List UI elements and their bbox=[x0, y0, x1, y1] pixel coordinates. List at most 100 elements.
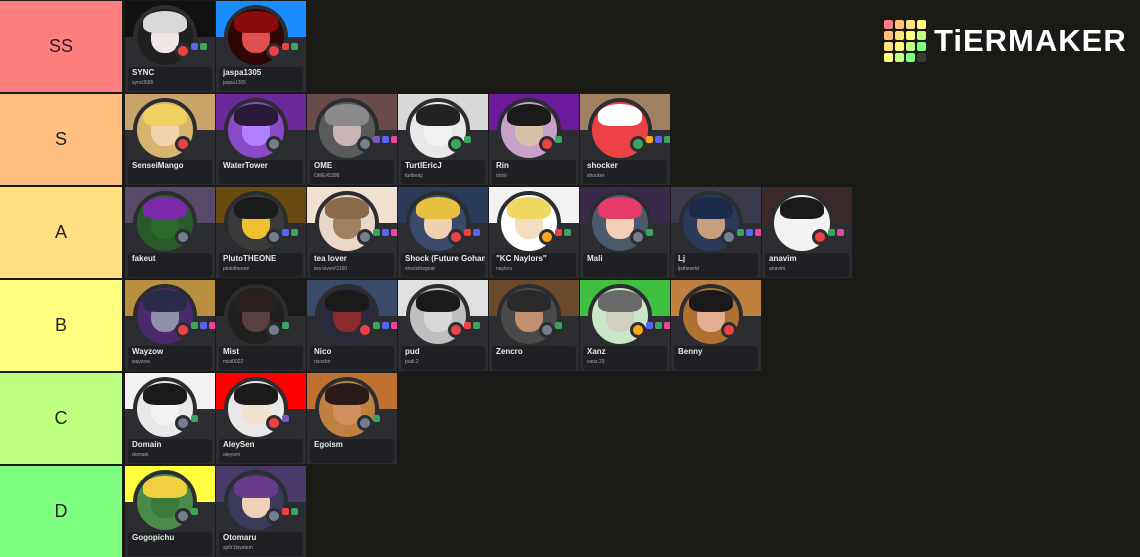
avatar bbox=[588, 284, 652, 348]
logo-grid-cell bbox=[895, 53, 904, 62]
tiermaker-logo: TiERMAKER bbox=[884, 20, 1127, 62]
avatar-hair bbox=[325, 290, 369, 312]
badge-icon bbox=[200, 322, 207, 329]
logo-text: TiERMAKER bbox=[934, 23, 1127, 58]
tier-label[interactable]: SS bbox=[0, 1, 122, 92]
status-indicator-icon bbox=[175, 508, 191, 524]
badge-list bbox=[282, 322, 289, 329]
profile-card[interactable]: Zencro bbox=[489, 280, 579, 371]
username: naylors bbox=[496, 266, 513, 272]
avatar-hair bbox=[598, 290, 642, 312]
profile-card[interactable]: Shock (Future Gohan Arc) shockthegoat bbox=[398, 187, 488, 278]
profile-card[interactable]: SYNC sync0585 bbox=[125, 1, 215, 92]
badge-icon bbox=[291, 508, 298, 515]
badge-icon bbox=[373, 229, 380, 236]
username: ljsthewrld bbox=[678, 266, 699, 272]
badge-icon bbox=[373, 322, 380, 329]
tier-label[interactable]: B bbox=[0, 280, 122, 371]
avatar bbox=[224, 377, 288, 441]
logo-grid-cell bbox=[906, 31, 915, 40]
badge-icon bbox=[191, 43, 198, 50]
tier-items: Wayzow wayzow Mist mist0022 Nico nicorbn pud pu… bbox=[125, 280, 762, 371]
badge-icon bbox=[282, 322, 289, 329]
profile-card[interactable]: Wayzow wayzow bbox=[125, 280, 215, 371]
profile-card[interactable]: "KC Naylors" naylors bbox=[489, 187, 579, 278]
badge-icon bbox=[646, 322, 653, 329]
display-name: fakeut bbox=[132, 254, 156, 263]
logo-grid-cell bbox=[895, 42, 904, 51]
tier-label[interactable]: C bbox=[0, 373, 122, 464]
avatar-hair bbox=[143, 476, 187, 498]
display-name: "KC Naylors" bbox=[496, 254, 547, 263]
avatar bbox=[224, 191, 288, 255]
badge-icon bbox=[391, 229, 397, 236]
badge-icon bbox=[755, 229, 761, 236]
profile-card[interactable]: Otomaru sp0r1tsystem bbox=[216, 466, 306, 557]
avatar-hair bbox=[143, 383, 187, 405]
profile-card[interactable]: TurtlEricJ turtlericj bbox=[398, 94, 488, 185]
avatar-hair bbox=[234, 11, 278, 33]
profile-card[interactable]: Lj ljsthewrld bbox=[671, 187, 761, 278]
avatar-hair bbox=[507, 104, 551, 126]
badge-icon bbox=[737, 229, 744, 236]
badge-icon bbox=[837, 229, 844, 236]
profile-card[interactable]: anavim anavim bbox=[762, 187, 852, 278]
profile-card[interactable]: Rin rinlol bbox=[489, 94, 579, 185]
badge-icon bbox=[555, 322, 562, 329]
profile-card[interactable]: pud pudi.2 bbox=[398, 280, 488, 371]
profile-card[interactable]: tea lover tea lover#3160 bbox=[307, 187, 397, 278]
profile-card[interactable]: WaterTower bbox=[216, 94, 306, 185]
status-indicator-icon bbox=[266, 229, 282, 245]
badge-icon bbox=[464, 136, 471, 143]
avatar bbox=[406, 98, 470, 162]
profile-card[interactable]: jaspa1305 jaspa1305 bbox=[216, 1, 306, 92]
profile-card[interactable]: fakeut bbox=[125, 187, 215, 278]
logo-grid-cell bbox=[895, 20, 904, 29]
avatar bbox=[224, 470, 288, 534]
logo-grid-cell bbox=[917, 31, 926, 40]
display-name: SenseiMango bbox=[132, 161, 184, 170]
display-name: Mist bbox=[223, 347, 239, 356]
tier-items: Gogopichu Otomaru sp0r1tsystem bbox=[125, 466, 307, 557]
tier-items: SenseiMango WaterTower OME OME#5398 TurtlEri… bbox=[125, 94, 671, 185]
badge-icon bbox=[282, 415, 289, 422]
profile-card[interactable]: shocker shocker bbox=[580, 94, 670, 185]
badge-icon bbox=[373, 136, 380, 143]
avatar-hair bbox=[325, 383, 369, 405]
profile-card[interactable]: Mist mist0022 bbox=[216, 280, 306, 371]
logo-grid-cell bbox=[906, 20, 915, 29]
profile-card[interactable]: SenseiMango bbox=[125, 94, 215, 185]
status-indicator-icon bbox=[175, 43, 191, 59]
tier-label[interactable]: D bbox=[0, 466, 122, 557]
status-indicator-icon bbox=[266, 508, 282, 524]
profile-card[interactable]: Mali bbox=[580, 187, 670, 278]
username: OME#5398 bbox=[314, 173, 340, 179]
logo-grid-cell bbox=[884, 20, 893, 29]
profile-card[interactable]: AleySen aleysen bbox=[216, 373, 306, 464]
tier-label[interactable]: S bbox=[0, 94, 122, 185]
tier-row-d: D Gogopichu Otomaru sp0r1tsystem bbox=[0, 466, 1140, 557]
tier-label[interactable]: A bbox=[0, 187, 122, 278]
logo-grid-cell bbox=[906, 53, 915, 62]
profile-card[interactable]: Domain domain bbox=[125, 373, 215, 464]
profile-card[interactable]: Nico nicorbn bbox=[307, 280, 397, 371]
status-indicator-icon bbox=[175, 136, 191, 152]
profile-card[interactable]: OME OME#5398 bbox=[307, 94, 397, 185]
tier-row-c: C Domain domain AleySen aleysen Egoism bbox=[0, 373, 1140, 464]
profile-card[interactable]: Gogopichu bbox=[125, 466, 215, 557]
profile-card[interactable]: Benny bbox=[671, 280, 761, 371]
badge-icon bbox=[373, 415, 380, 422]
profile-card[interactable]: Xanz xanz.23 bbox=[580, 280, 670, 371]
avatar bbox=[497, 98, 561, 162]
avatar-hair bbox=[234, 197, 278, 219]
badge-list bbox=[191, 508, 198, 515]
status-indicator-icon bbox=[266, 415, 282, 431]
badge-list bbox=[646, 136, 670, 143]
logo-grid-cell bbox=[917, 53, 926, 62]
badge-icon bbox=[746, 229, 753, 236]
tier-items: Domain domain AleySen aleysen Egoism bbox=[125, 373, 398, 464]
avatar-hair bbox=[507, 290, 551, 312]
profile-card[interactable]: Egoism bbox=[307, 373, 397, 464]
profile-card[interactable]: PlutoTHEONE plutotheone bbox=[216, 187, 306, 278]
status-indicator-icon bbox=[539, 322, 555, 338]
